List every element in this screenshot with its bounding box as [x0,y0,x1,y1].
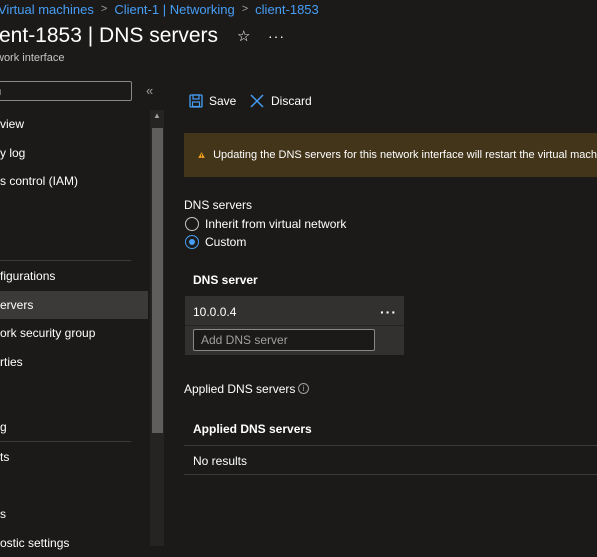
warning-banner: Updating the DNS servers for this networ… [184,133,597,177]
sidebar-item-label: ervers [0,298,34,312]
radio-inherit-label: Inherit from virtual network [205,217,347,231]
sidebar-item-access-control[interactable]: s control (IAM) [0,167,148,195]
discard-button[interactable]: Discard [249,91,312,111]
sidebar-scrollbar-thumb[interactable] [152,128,163,433]
warning-text: Updating the DNS servers for this networ… [213,149,597,161]
sidebar-item-dns-servers[interactable]: ervers [0,291,148,319]
sidebar-item-label: s [0,507,6,521]
applied-dns-servers-label: Applied DNS servers [184,382,296,396]
sidebar-item-label: view [0,117,25,131]
sidebar-item-label: ts [0,450,10,464]
scroll-up-arrow-icon[interactable]: ▲ [153,112,161,120]
sidebar-search-input[interactable] [0,82,139,100]
sidebar-item-label: s control (IAM) [0,174,79,188]
add-dns-server-field [193,329,388,351]
sidebar-item-label: y log [0,146,26,160]
sidebar-item-label: g [0,420,7,434]
page-subtitle: work interface [0,52,65,64]
info-icon[interactable]: i [298,383,309,394]
add-dns-server-input[interactable] [194,330,388,350]
page-title: ent-1853 | DNS servers [0,24,219,47]
sidebar-item-label: figurations [0,269,56,283]
discard-label: Discard [271,94,312,108]
star-icon[interactable]: ☆ [237,29,253,45]
save-icon [189,94,203,108]
radio-custom-label: Custom [205,235,247,249]
warning-icon [198,152,205,158]
sidebar-section-monitoring: g [0,413,148,441]
no-results-text: No results [193,454,248,468]
dns-servers-label: DNS servers [184,198,253,212]
radio-inherit[interactable]: Inherit from virtual network [185,216,346,232]
sidebar-item-alerts[interactable]: s [0,500,148,528]
breadcrumb: Virtual machines > Client-1 | Networking… [0,0,319,18]
save-label: Save [209,94,237,108]
sidebar-item-diagnostic-settings[interactable]: ostic settings [0,529,148,557]
sidebar-item-activity-log[interactable]: y log [0,139,148,167]
sidebar-item-properties[interactable]: rties [0,348,148,376]
radio-button-checked[interactable] [185,235,199,249]
breadcrumb-client-networking[interactable]: Client-1 | Networking [114,2,234,17]
sidebar-search [0,81,139,101]
breadcrumb-virtual-machines[interactable]: Virtual machines [0,2,94,17]
table-row-divider [185,325,404,326]
breadcrumb-client-nic[interactable]: client-1853 [255,2,319,17]
dns-server-column-header: DNS server [193,273,258,287]
sidebar-item-label: ostic settings [0,536,70,550]
sidebar-divider [0,260,131,261]
collapse-sidebar-icon[interactable]: « [146,84,158,97]
sidebar-item-overview[interactable]: view [0,110,148,138]
table-row-divider [184,474,597,475]
dns-server-value: 10.0.0.4 [193,305,237,319]
sidebar-item-label: rties [0,355,23,369]
more-options-icon[interactable]: ··· [268,28,284,44]
sidebar-item-insights[interactable]: ts [0,443,148,471]
radio-button[interactable] [185,217,199,231]
sidebar-divider [0,441,131,442]
applied-dns-column-header: Applied DNS servers [193,422,312,436]
chevron-right-icon: > [241,3,249,15]
row-more-options-icon[interactable]: ··· [380,304,397,320]
table-header-divider [184,445,597,446]
radio-custom[interactable]: Custom [185,234,246,250]
close-icon [250,94,264,108]
sidebar-item-network-security-group[interactable]: ork security group [0,319,148,347]
sidebar-item-ip-configurations[interactable]: figurations [0,262,148,290]
save-button[interactable]: Save [189,91,236,111]
chevron-right-icon: > [100,3,108,15]
sidebar-item-label: ork security group [0,326,96,340]
